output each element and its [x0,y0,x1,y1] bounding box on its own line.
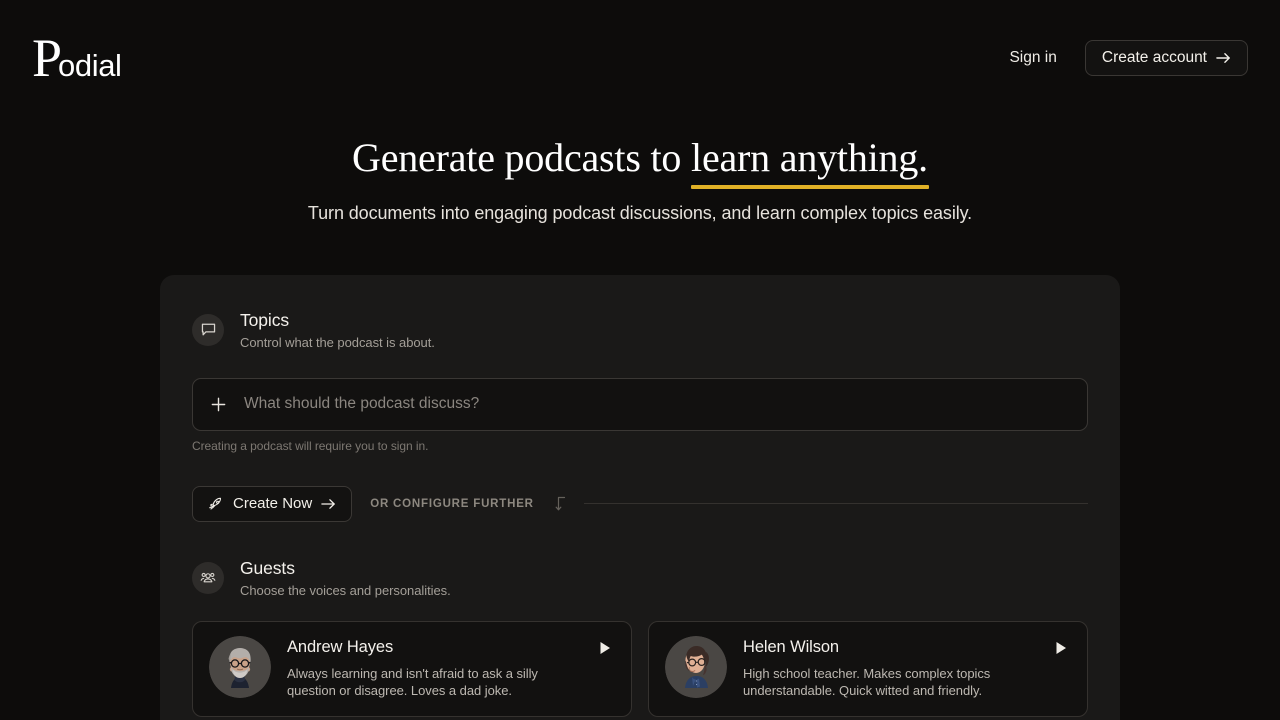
site-header: P odial Sign in Create account [0,0,1280,116]
rocket-icon [208,496,224,512]
users-group-icon [192,561,224,594]
create-action-row: Create Now OR CONFIGURE FURTHER [192,485,1088,522]
guest-card[interactable]: Andrew Hayes Always learning and isn't a… [192,620,632,717]
arrow-right-icon [321,498,336,510]
hero-title-lead: Generate podcasts to [352,135,692,180]
create-account-button[interactable]: Create account [1084,40,1248,76]
guest-name: Helen Wilson [743,637,840,656]
guest-card-text: Andrew Hayes Always learning and isn't a… [287,636,581,701]
topic-input-row[interactable] [192,377,1088,431]
hero-section: Generate podcasts to learn anything. Tur… [0,134,1280,224]
section-divider-rule [583,503,1088,505]
guest-description: Always learning and isn't afraid to ask … [287,665,538,699]
topics-section-header: Topics Control what the podcast is about… [192,275,1088,350]
topic-input[interactable] [244,395,1070,414]
topics-section-text: Topics Control what the podcast is about… [240,310,435,350]
guest-card-text: Helen Wilson High school teacher. Makes … [743,636,1037,701]
logo[interactable]: P odial [32,27,122,88]
plus-icon [210,396,227,413]
guests-title: Guests [240,557,295,578]
create-now-button[interactable]: Create Now [192,485,353,522]
avatar-andrew [209,635,271,698]
configurator-panel: Topics Control what the podcast is about… [160,275,1120,720]
corner-down-arrow-icon [552,496,566,512]
header-actions: Sign in Create account [1007,40,1248,76]
create-account-label: Create account [1101,49,1207,67]
hero-title-highlight: learn anything. [691,134,929,190]
topics-description: Control what the podcast is about. [240,334,435,350]
sign-in-button[interactable]: Sign in [1007,43,1058,73]
guest-name: Andrew Hayes [287,637,394,656]
topics-title: Topics [240,310,290,330]
sign-in-note: Creating a podcast will require you to s… [192,438,429,453]
hero-subtitle: Turn documents into engaging podcast dis… [307,203,973,224]
logo-wordmark: odial [58,47,122,83]
play-icon[interactable] [1053,639,1071,657]
speech-bubble-icon [192,313,224,346]
create-now-label: Create Now [233,495,313,513]
logo-initial: P [32,27,62,88]
guests-section-text: Guests Choose the voices and personaliti… [240,558,451,598]
guest-card-grid: Andrew Hayes Always learning and isn't a… [192,620,1088,717]
guests-description: Choose the voices and personalities. [240,582,451,598]
guests-section-header: Guests Choose the voices and personaliti… [192,522,1088,598]
page-title: Generate podcasts to learn anything. [0,134,1280,190]
play-icon[interactable] [597,639,615,657]
avatar-helen [665,635,727,698]
arrow-right-icon [1216,52,1231,64]
guest-description: High school teacher. Makes complex topic… [743,665,991,699]
configure-further-label: OR CONFIGURE FURTHER [370,497,534,510]
guest-card[interactable]: Helen Wilson High school teacher. Makes … [648,620,1088,717]
